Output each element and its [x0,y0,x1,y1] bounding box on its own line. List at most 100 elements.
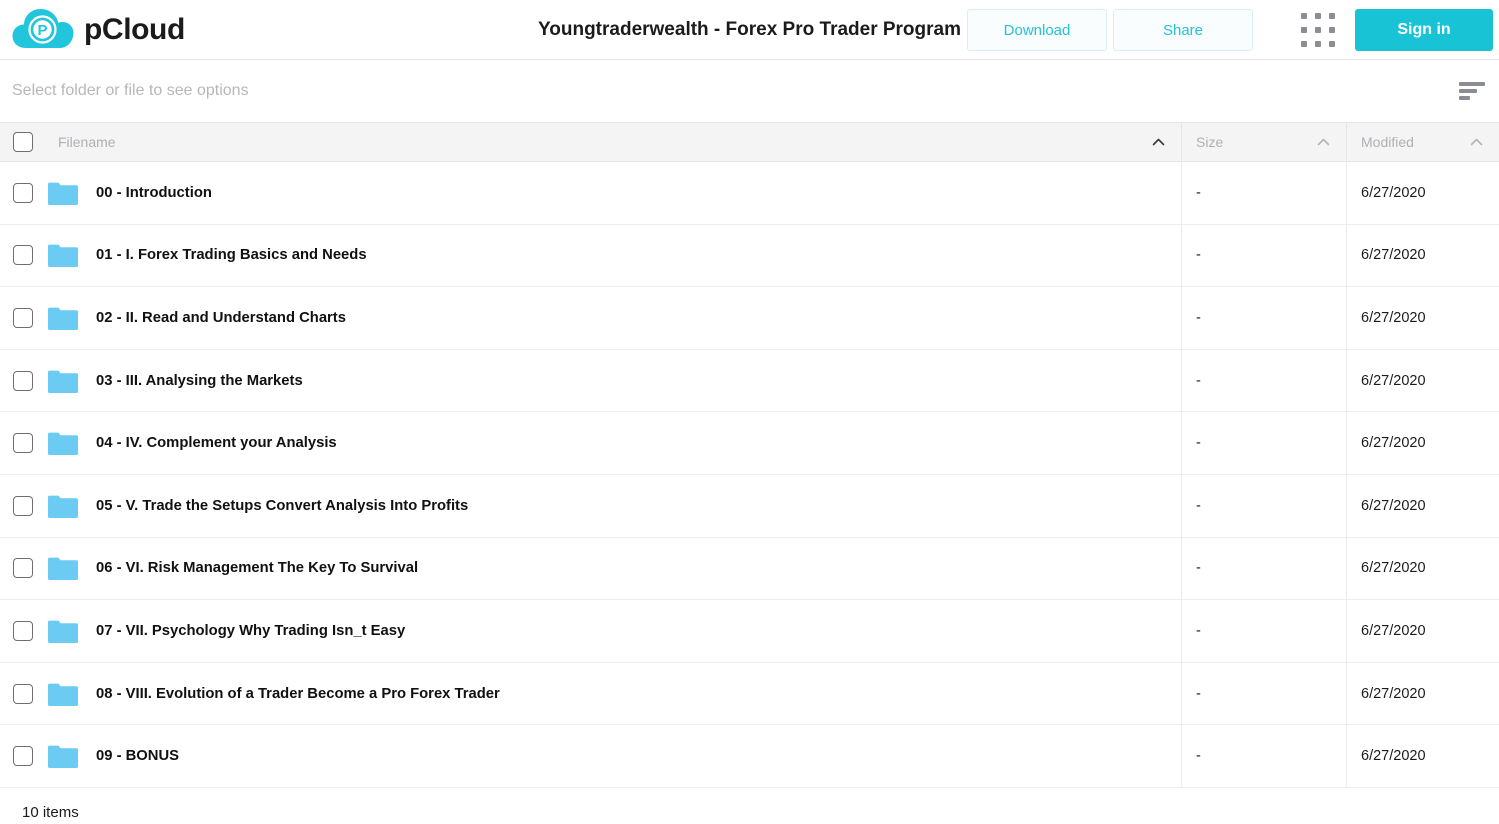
row-checkbox[interactable] [13,307,33,328]
row-select-cell [0,182,46,203]
filename-label: 02 - II. Read and Understand Charts [96,309,346,326]
cell-size: - [1181,474,1346,537]
table-row[interactable]: 01 - I. Forex Trading Basics and Needs -6… [0,224,1499,288]
folder-icon [48,432,78,456]
table-row[interactable]: 09 - BONUS -6/27/2020 [0,725,1499,788]
cell-filename[interactable]: 00 - Introduction [0,162,1181,224]
filename-label: 09 - BONUS [96,748,180,765]
cell-size: - [1181,725,1346,787]
sign-in-button[interactable]: Sign in [1355,9,1493,51]
row-checkbox[interactable] [13,620,33,641]
filename-label: 07 - VII. Psychology Why Trading Isn_t E… [96,622,406,639]
folder-icon [48,620,78,643]
row-select-cell [0,746,46,767]
column-header-modified[interactable]: Modified [1346,123,1499,161]
cell-size: - [1181,349,1346,412]
folder-icon [48,182,78,205]
cell-size: - [1181,662,1346,725]
sort-chevron-up-icon-filename[interactable] [1152,136,1165,149]
pcloud-cloud-logo-icon: P [12,8,74,48]
row-checkbox[interactable] [13,495,33,516]
app-header: P pCloud Youngtraderwealth - Forex Pro T… [0,0,1499,60]
toolbar-hint: Select folder or file to see options [12,82,249,99]
folder-icon [48,745,78,769]
cell-modified: 6/27/2020 [1346,349,1499,412]
cell-filename[interactable]: 08 - VIII. Evolution of a Trader Become … [0,663,1181,725]
folder-icon [48,307,78,330]
sort-chevron-up-icon-modified[interactable] [1470,136,1483,149]
cell-filename[interactable]: 04 - IV. Complement your Analysis [0,412,1181,474]
row-checkbox[interactable] [13,558,33,579]
row-select-cell [0,245,46,266]
row-select-cell [0,307,46,328]
folder-icon [48,557,78,581]
cell-filename[interactable]: 03 - III. Analysing the Markets [0,350,1181,412]
cell-modified: 6/27/2020 [1346,287,1499,349]
filename-label: 00 - Introduction [96,184,212,201]
item-count-label: 10 items [22,804,79,822]
sort-chevron-up-icon-size[interactable] [1317,136,1330,149]
cell-modified: 6/27/2020 [1346,412,1499,474]
download-button[interactable]: Download [967,9,1107,51]
folder-icon [48,683,78,706]
row-select-cell [0,558,46,579]
column-label-filename: Filename [58,134,116,150]
row-checkbox[interactable] [13,370,33,391]
row-checkbox[interactable] [13,245,33,266]
cell-filename[interactable]: 09 - BONUS [0,725,1181,787]
table-row[interactable]: 03 - III. Analysing the Markets -6/27/202… [0,349,1499,413]
svg-text:P: P [37,22,47,39]
cell-modified: 6/27/2020 [1346,224,1499,287]
cell-size: - [1181,537,1346,600]
select-all-cell [0,132,46,152]
select-all-checkbox[interactable] [13,132,33,152]
column-label-size: Size [1196,134,1224,150]
folder-icon [48,370,78,393]
folder-icon [48,244,78,268]
table-row[interactable]: 00 - Introduction -6/27/2020 [0,162,1499,225]
table-row[interactable]: 06 - VI. Risk Management The Key To Surv… [0,537,1499,601]
cell-filename[interactable]: 01 - I. Forex Trading Basics and Needs [0,225,1181,287]
cell-modified: 6/27/2020 [1346,537,1499,600]
brand-name: pCloud [84,12,185,46]
row-checkbox[interactable] [13,683,33,704]
table-row[interactable]: 08 - VIII. Evolution of a Trader Become … [0,662,1499,726]
cell-modified: 6/27/2020 [1346,725,1499,787]
filename-label: 01 - I. Forex Trading Basics and Needs [96,247,367,264]
cell-filename[interactable]: 05 - V. Trade the Setups Convert Analysi… [0,475,1181,537]
header-actions: Download Share Sign in [967,0,1499,60]
table-row[interactable]: 02 - II. Read and Understand Charts -6/27… [0,287,1499,350]
column-label-modified: Modified [1361,134,1414,150]
table-row[interactable]: 05 - V. Trade the Setups Convert Analysi… [0,474,1499,538]
row-select-cell [0,370,46,391]
row-select-cell [0,495,46,516]
cell-size: - [1181,600,1346,662]
sort-lines-icon[interactable] [1459,81,1485,101]
file-table: Filename Size Modified 00 - Introduction… [0,122,1499,788]
cell-size: - [1181,287,1346,349]
filename-label: 03 - III. Analysing the Markets [96,372,303,389]
folder-icon [48,495,78,518]
options-toolbar: Select folder or file to see options [0,60,1499,122]
cell-filename[interactable]: 06 - VI. Risk Management The Key To Surv… [0,538,1181,600]
row-select-cell [0,683,46,704]
column-header-size[interactable]: Size [1181,123,1346,161]
table-row[interactable]: 04 - IV. Complement your Analysis -6/27/2… [0,412,1499,475]
cell-size: - [1181,162,1346,224]
cell-modified: 6/27/2020 [1346,474,1499,537]
grid-dots-icon[interactable] [1295,13,1341,47]
brand-logo[interactable]: P pCloud [0,8,185,52]
cell-filename[interactable]: 07 - VII. Psychology Why Trading Isn_t E… [0,600,1181,662]
cell-size: - [1181,224,1346,287]
row-checkbox[interactable] [13,433,33,454]
row-checkbox[interactable] [13,746,33,767]
cell-modified: 6/27/2020 [1346,162,1499,224]
table-row[interactable]: 07 - VII. Psychology Why Trading Isn_t E… [0,600,1499,663]
row-checkbox[interactable] [13,182,33,203]
share-button[interactable]: Share [1113,9,1253,51]
cell-size: - [1181,412,1346,474]
row-select-cell [0,433,46,454]
cell-filename[interactable]: 02 - II. Read and Understand Charts [0,287,1181,349]
filename-label: 08 - VIII. Evolution of a Trader Become … [96,685,500,702]
column-header-filename[interactable]: Filename [0,123,1181,161]
